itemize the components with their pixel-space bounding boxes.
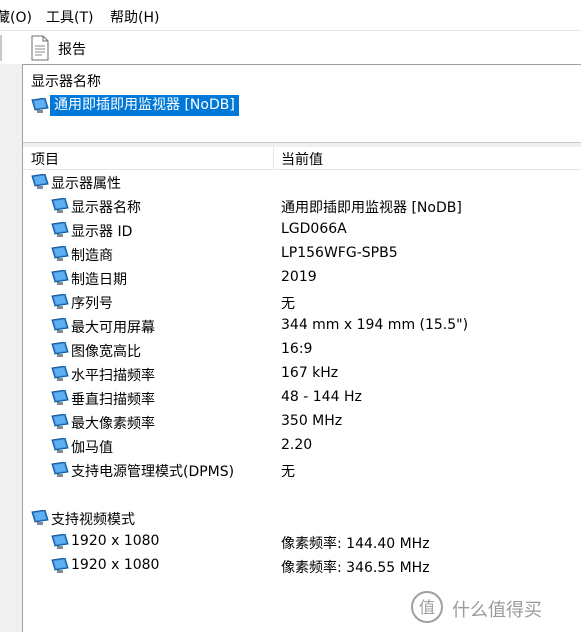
monitor-icon <box>51 461 69 482</box>
column-header-row: 项目 当前值 <box>23 147 581 170</box>
selected-device-name[interactable]: 通用即插即用监视器 [NoDB] <box>50 95 239 116</box>
table-row[interactable]: 最大可用屏幕 344 mm x 194 mm (15.5") <box>23 314 581 338</box>
row-name: 1920 x 1080 <box>71 557 160 573</box>
svg-text:值: 值 <box>419 598 435 617</box>
row-name: 支持视频模式 <box>51 512 135 528</box>
table-row[interactable]: 伽马值 2.20 <box>23 434 581 458</box>
row-name: 制造日期 <box>71 272 127 288</box>
table-row[interactable]: 图像宽高比 16:9 <box>23 338 581 362</box>
row-name: 显示器 ID <box>71 224 133 240</box>
menu-bar: 藏(O) 工具(T) 帮助(H) <box>0 0 581 30</box>
row-value: 350 MHz <box>281 413 343 429</box>
monitor-icon <box>51 317 69 338</box>
row-value: 像素频率: 144.40 MHz <box>281 536 430 552</box>
row-value: 无 <box>281 464 295 480</box>
column-header-value[interactable]: 当前值 <box>281 149 323 169</box>
monitor-icon <box>51 389 69 410</box>
monitor-icon <box>51 341 69 362</box>
row-name: 图像宽高比 <box>71 344 141 360</box>
row-name: 显示器属性 <box>51 176 121 192</box>
menu-tools[interactable]: 工具(T) <box>46 7 93 27</box>
document-icon <box>31 35 49 61</box>
monitor-icon <box>51 197 69 218</box>
row-value: 无 <box>281 296 295 312</box>
row-value: LGD066A <box>281 221 347 237</box>
row-name: 最大可用屏幕 <box>71 320 155 336</box>
menu-favorites[interactable]: 藏(O) <box>0 7 32 27</box>
monitor-icon <box>51 365 69 386</box>
table-row[interactable]: 制造商 LP156WFG-SPB5 <box>23 242 581 266</box>
row-name: 序列号 <box>71 296 113 312</box>
row-value: 16:9 <box>281 341 313 357</box>
row-value: LP156WFG-SPB5 <box>281 245 398 261</box>
row-value: 2.20 <box>281 437 313 453</box>
column-divider[interactable] <box>273 147 274 169</box>
table-row[interactable]: 水平扫描频率 167 kHz <box>23 362 581 386</box>
device-list-pane: 显示器名称 通用即插即用监视器 [NoDB] <box>23 64 581 143</box>
toolbar: 报告 <box>0 30 581 65</box>
watermark-text: 什么值得买 <box>452 600 542 621</box>
section-header-video-modes[interactable]: 支持视频模式 <box>23 506 581 530</box>
row-name: 伽马值 <box>71 440 113 456</box>
row-name: 垂直扫描频率 <box>71 392 155 408</box>
section-header-display-properties[interactable]: 显示器属性 <box>23 170 581 194</box>
table-row[interactable]: 序列号 无 <box>23 290 581 314</box>
row-value: 167 kHz <box>281 365 339 381</box>
details-table: 项目 当前值 显示器属性显示器名称 通用即插即用监视器 [NoDB] 显示器 ID L… <box>23 147 581 632</box>
monitor-icon <box>31 98 49 113</box>
table-row[interactable]: 支持电源管理模式(DPMS) 无 <box>23 458 581 482</box>
report-label: 报告 <box>58 42 86 58</box>
row-value: 344 mm x 194 mm (15.5") <box>281 317 469 333</box>
row-name: 1920 x 1080 <box>71 533 160 549</box>
table-row[interactable]: 显示器名称 通用即插即用监视器 [NoDB] <box>23 194 581 218</box>
toolbar-grip <box>0 35 5 61</box>
table-row[interactable]: 显示器 ID LGD066A <box>23 218 581 242</box>
monitor-icon <box>51 293 69 314</box>
monitor-icon <box>51 269 69 290</box>
menu-help[interactable]: 帮助(H) <box>110 7 159 27</box>
row-name: 最大像素频率 <box>71 416 155 432</box>
table-row[interactable]: 制造日期 2019 <box>23 266 581 290</box>
row-name: 显示器名称 <box>71 200 141 216</box>
smzdm-logo: 值 <box>411 591 443 623</box>
watermark: 值 什么值得买 <box>410 590 580 624</box>
row-value: 通用即插即用监视器 [NoDB] <box>281 200 462 216</box>
monitor-icon <box>51 557 69 578</box>
row-name: 支持电源管理模式(DPMS) <box>71 464 235 480</box>
table-row[interactable]: 垂直扫描频率 48 - 144 Hz <box>23 386 581 410</box>
monitor-icon <box>51 533 69 554</box>
row-value: 48 - 144 Hz <box>281 389 362 405</box>
monitor-icon <box>31 173 49 194</box>
row-value: 2019 <box>281 269 317 285</box>
row-name: 水平扫描频率 <box>71 368 155 384</box>
column-header-item[interactable]: 项目 <box>31 149 59 169</box>
table-row[interactable]: 1920 x 1080 像素频率: 346.55 MHz <box>23 554 581 578</box>
monitor-icon <box>51 437 69 458</box>
monitor-icon <box>51 413 69 434</box>
device-list-header: 显示器名称 <box>31 74 101 90</box>
monitor-icon <box>51 245 69 266</box>
monitor-icon <box>51 221 69 242</box>
row-name: 制造商 <box>71 248 113 264</box>
tree-panel-edge[interactable] <box>0 64 23 632</box>
monitor-icon <box>31 509 49 530</box>
table-row[interactable]: 1920 x 1080 像素频率: 144.40 MHz <box>23 530 581 554</box>
row-value: 像素频率: 346.55 MHz <box>281 560 430 576</box>
table-row[interactable]: 最大像素频率 350 MHz <box>23 410 581 434</box>
